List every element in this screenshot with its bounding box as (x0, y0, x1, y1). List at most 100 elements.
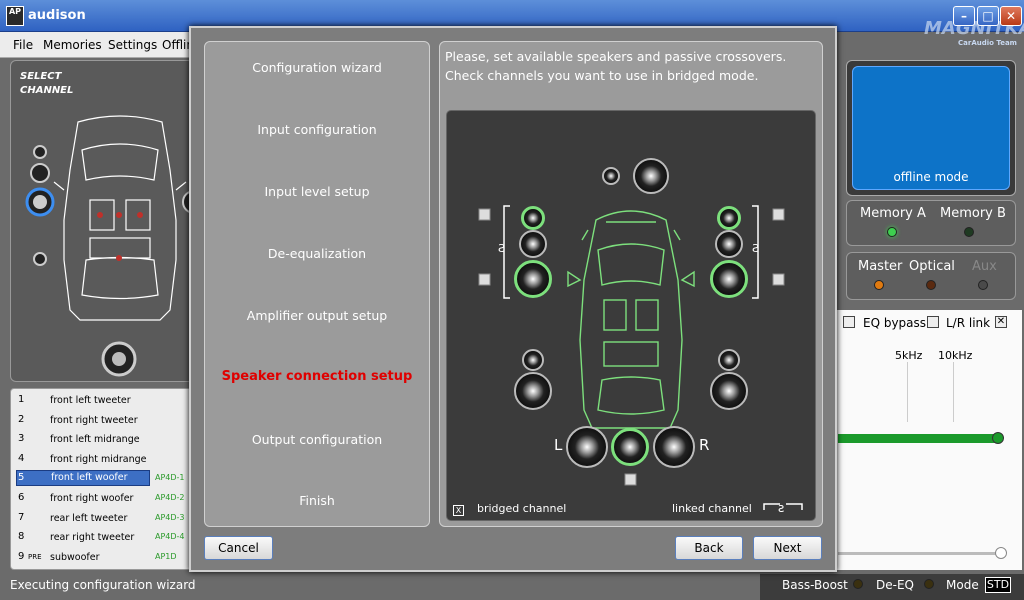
grid-line (907, 362, 908, 422)
channel-row[interactable]: 5 front left woofer AP4D-1 (12, 469, 192, 487)
channel-name: front right midrange (50, 453, 147, 465)
channel-row[interactable]: 1 front left tweeter (12, 391, 192, 409)
speaker-icon[interactable] (710, 372, 748, 410)
channel-row[interactable]: 4 front right midrange (12, 450, 192, 468)
de-eq-label: De-EQ (876, 578, 914, 592)
close-button[interactable]: ✕ (1000, 6, 1022, 26)
channel-rows: 1 front left tweeter 2 front right tweeter 3… (12, 391, 192, 567)
bass-boost-led (853, 579, 863, 589)
step-input-level-setup[interactable]: Input level setup (204, 184, 430, 199)
right-side-label: R (699, 436, 710, 454)
freq-5khz-label: 5kHz (895, 349, 923, 362)
menu-settings[interactable]: Settings (108, 38, 157, 52)
step-speaker-connection-setup[interactable]: Speaker connection setup (204, 369, 430, 384)
maximize-button[interactable]: □ (977, 6, 999, 26)
channel-code: AP1D (155, 551, 177, 561)
eq-level-bar (838, 434, 998, 443)
channel-name: front right woofer (50, 493, 134, 504)
mode-std-button[interactable]: STD (985, 577, 1011, 593)
memory-b-button[interactable]: Memory B (940, 206, 1006, 221)
app-logo: AP (6, 6, 24, 26)
channel-number: 6 (18, 492, 25, 503)
bridged-channel-legend: bridged channel (477, 502, 567, 515)
freq-10khz-label: 10kHz (938, 349, 973, 362)
channel-code: AP4D-2 (155, 493, 185, 502)
step-output-configuration[interactable]: Output configuration (204, 432, 430, 447)
eq-bypass-label: EQ bypass (863, 316, 927, 330)
optical-button[interactable]: Optical (909, 259, 955, 274)
channel-code: AP4D-3 (155, 512, 185, 522)
instruction-text: Please, set available speakers and passi… (445, 49, 787, 83)
channel-row[interactable]: 2 front right tweeter (12, 411, 192, 429)
speaker-icon[interactable] (514, 372, 552, 410)
bass-boost-label: Bass-Boost (782, 578, 848, 592)
wizard-steps-panel (204, 41, 430, 527)
speaker-icon-active[interactable] (710, 260, 748, 298)
speaker-icon[interactable] (522, 349, 544, 371)
speaker-icon[interactable] (602, 167, 620, 185)
channel-name: subwoofer (50, 551, 100, 563)
channel-number: 1 (18, 394, 25, 405)
mode-label: Mode (946, 578, 979, 592)
slider-handle[interactable] (995, 547, 1007, 559)
back-button[interactable]: Back (675, 536, 743, 560)
speaker-icon[interactable] (633, 158, 669, 194)
de-eq-led (924, 579, 934, 589)
memory-a-led (887, 227, 897, 237)
channel-code: AP4D-1 (155, 473, 185, 483)
watermark-subtitle: CarAudio Team (958, 39, 1017, 47)
channel-number: 5 (18, 472, 25, 484)
grid-line (953, 362, 954, 422)
lr-link-label: L/R link (946, 316, 991, 330)
speaker-grid (446, 110, 816, 521)
channel-name: front left woofer (16, 470, 150, 487)
channel-row[interactable]: 7 rear left tweeter AP4D-3 (12, 509, 192, 527)
step-configuration-wizard[interactable]: Configuration wizard (204, 60, 430, 75)
status-message: Executing configuration wizard (10, 578, 196, 592)
step-finish[interactable]: Finish (204, 493, 430, 508)
cancel-button[interactable]: Cancel (204, 536, 273, 560)
linked-channel-legend: linked channel (672, 502, 752, 515)
close-eq-icon[interactable]: ✕ (995, 316, 1007, 328)
channel-number: 9 (18, 550, 25, 562)
eq-level-handle[interactable] (992, 432, 1004, 444)
memory-b-led (964, 227, 974, 237)
speaker-icon-active[interactable] (717, 206, 741, 230)
minimize-button[interactable]: – (953, 6, 975, 26)
speaker-icon-active[interactable] (514, 260, 552, 298)
speaker-icon[interactable] (715, 230, 743, 258)
speaker-icon[interactable] (519, 230, 547, 258)
channel-code: AP4D-4 (155, 532, 185, 542)
channel-row[interactable]: 3 front left midrange (12, 430, 192, 448)
eq-bypass-checkbox[interactable] (843, 316, 855, 328)
menu-memories[interactable]: Memories (43, 38, 102, 52)
channel-number: 3 (18, 433, 25, 445)
channel-row[interactable]: 6 front right woofer AP4D-2 (12, 489, 192, 507)
menu-file[interactable]: File (13, 38, 33, 52)
aux-led (978, 280, 988, 290)
channel-row[interactable]: 9 PRE subwoofer AP1D (12, 548, 192, 566)
step-input-configuration[interactable]: Input configuration (204, 122, 430, 137)
aux-button[interactable]: Aux (972, 259, 997, 274)
left-side-label: L (554, 436, 563, 454)
bridged-legend-icon: X (453, 505, 464, 516)
channel-car-diagram[interactable] (20, 110, 194, 382)
speaker-icon[interactable] (566, 426, 608, 468)
channel-number: 2 (18, 413, 25, 425)
channel-number: 4 (18, 452, 25, 464)
pre-badge: PRE (28, 552, 42, 561)
master-button[interactable]: Master (858, 259, 902, 274)
step-amplifier-output-setup[interactable]: Amplifier output setup (204, 308, 430, 323)
channel-number: 7 (18, 511, 25, 523)
channel-number: 8 (18, 531, 25, 543)
next-button[interactable]: Next (753, 536, 822, 560)
channel-row[interactable]: 8 rear right tweeter AP4D-4 (12, 528, 192, 546)
step-de-equalization[interactable]: De-equalization (204, 246, 430, 261)
speaker-icon-active[interactable] (521, 206, 545, 230)
speaker-icon-active[interactable] (611, 428, 649, 466)
speaker-icon[interactable] (718, 349, 740, 371)
memory-a-button[interactable]: Memory A (860, 206, 926, 221)
channel-name: rear right tweeter (50, 532, 135, 544)
speaker-icon[interactable] (653, 426, 695, 468)
lr-link-checkbox[interactable] (927, 316, 939, 328)
